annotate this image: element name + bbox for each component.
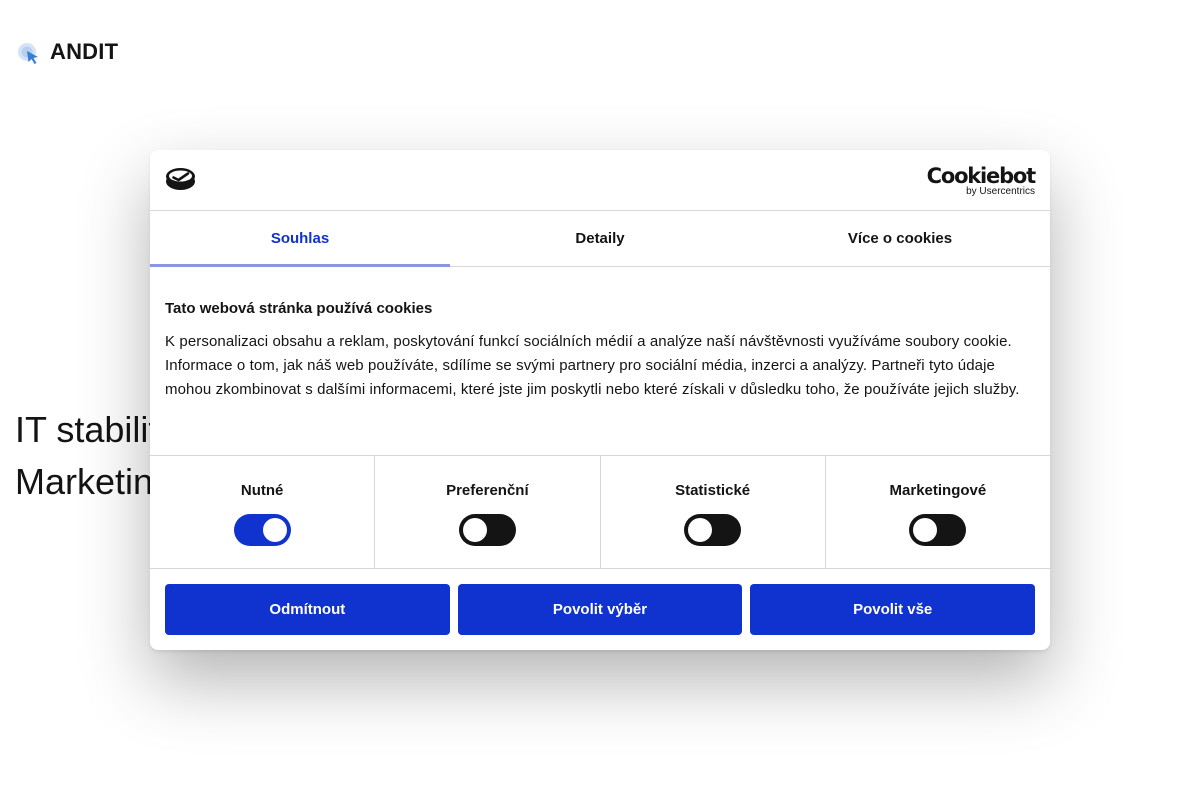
toggle-necessary[interactable] (233, 514, 291, 546)
consent-tabs: Souhlas Detaily Více o cookies (150, 211, 1050, 267)
toggle-knob (913, 518, 938, 542)
dialog-header: Cookiebot by Usercentrics (150, 150, 1050, 211)
toggle-cell-marketing: Marketingové (826, 456, 1050, 568)
toggle-statistics[interactable] (684, 514, 742, 546)
cursor-click-icon[interactable] (17, 38, 41, 66)
category-toggles: Nutné Preferenční Statistické Marketingo… (150, 455, 1050, 569)
toggle-cell-preferences: Preferenční (375, 456, 601, 568)
toggle-cell-statistics: Statistické (601, 456, 826, 568)
cookie-icon (166, 168, 195, 190)
toggle-marketing[interactable] (909, 514, 967, 546)
consent-title: Tato webová stránka používá cookies (165, 300, 433, 317)
tab-souhlas[interactable]: Souhlas (150, 211, 450, 267)
brand-name[interactable]: ANDIT (50, 39, 118, 65)
consent-buttons: Odmítnout Povolit výběr Povolit vše (165, 584, 1036, 635)
toggle-preferences[interactable] (458, 514, 516, 546)
consent-body: Tato webová stránka používá cookies K pe… (150, 267, 1050, 402)
allow-selection-button[interactable]: Povolit výběr (457, 584, 743, 635)
tab-detaily[interactable]: Detaily (450, 211, 750, 266)
toggle-cell-necessary: Nutné (150, 456, 376, 568)
consent-description: K personalizaci obsahu a reklam, poskyto… (165, 333, 1020, 398)
hero-line-2: Marketin (15, 461, 154, 502)
toggle-knob (688, 518, 713, 542)
toggle-label-marketing: Marketingové (889, 482, 987, 499)
hero-heading: IT stabilit Marketin (15, 404, 158, 508)
cookiebot-wordmark: Cookiebot (926, 164, 1037, 188)
toggle-label-statistics: Statistické (675, 482, 751, 499)
cookie-consent-dialog: Cookiebot by Usercentrics Souhlas Detail… (150, 150, 1050, 650)
usercentrics-tagline: by Usercentrics (966, 186, 1035, 197)
toggle-knob (462, 518, 487, 542)
allow-all-button[interactable]: Povolit vše (750, 584, 1036, 635)
toggle-label-necessary: Nutné (240, 482, 284, 499)
tab-vice-o-cookies[interactable]: Více o cookies (750, 211, 1050, 266)
toggle-knob (262, 518, 287, 542)
site-header: ANDIT (17, 38, 118, 66)
cookiebot-logo[interactable]: Cookiebot by Usercentrics (926, 164, 1037, 197)
deny-button[interactable]: Odmítnout (165, 584, 450, 635)
hero-line-1: IT stabilit (15, 409, 159, 450)
toggle-label-preferences: Preferenční (446, 482, 529, 499)
